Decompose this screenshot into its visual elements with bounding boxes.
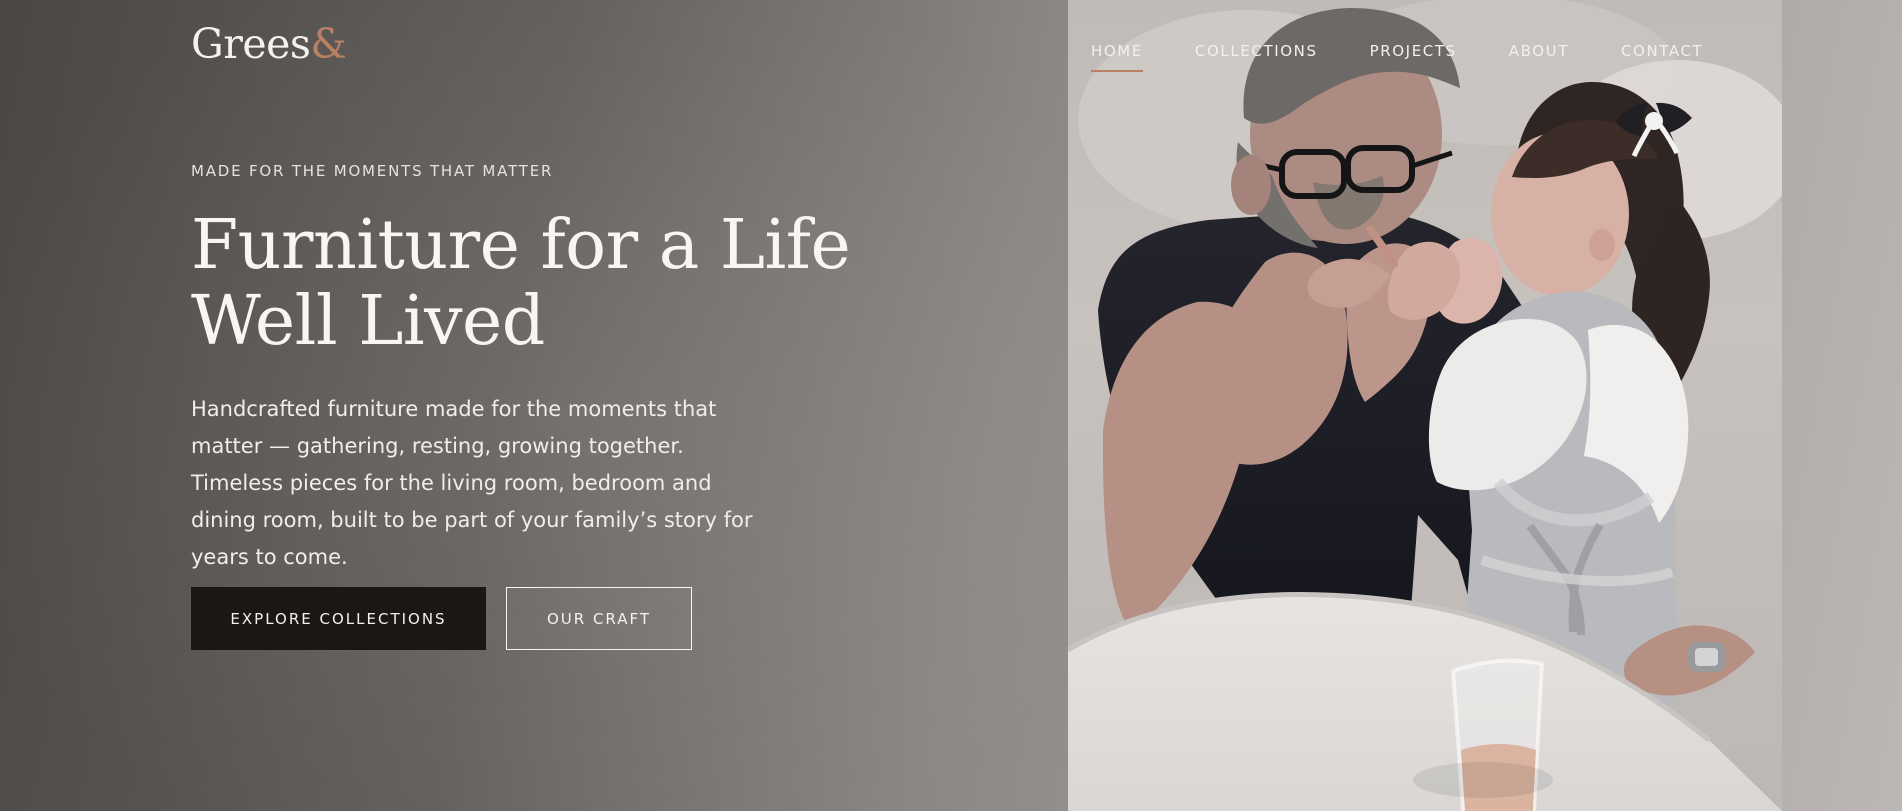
hero-eyebrow: MADE FOR THE MOMENTS THAT MATTER bbox=[191, 162, 554, 180]
nav-about[interactable]: ABOUT bbox=[1509, 42, 1569, 60]
logo-ampersand: & bbox=[310, 20, 347, 68]
site-logo[interactable]: Grees& bbox=[191, 24, 347, 65]
nav-contact[interactable]: CONTACT bbox=[1621, 42, 1703, 60]
nav-home[interactable]: HOME bbox=[1091, 42, 1143, 72]
hero-headline: Furniture for a Life Well Lived bbox=[191, 206, 851, 361]
father-daughter-illustration bbox=[1068, 0, 1782, 811]
nav-projects[interactable]: PROJECTS bbox=[1370, 42, 1457, 60]
main-navigation: HOME COLLECTIONS PROJECTS ABOUT CONTACT bbox=[1091, 42, 1703, 72]
hero-description: Handcrafted furniture made for the momen… bbox=[191, 397, 753, 569]
our-craft-button[interactable]: OUR CRAFT bbox=[506, 587, 692, 650]
hero-section: Grees& HOME COLLECTIONS PROJECTS ABOUT C… bbox=[0, 0, 1902, 811]
nav-collections[interactable]: COLLECTIONS bbox=[1195, 42, 1318, 60]
explore-collections-button[interactable]: EXPLORE COLLECTIONS bbox=[191, 587, 486, 650]
logo-wordmark: Grees bbox=[191, 20, 311, 68]
hero-photo bbox=[1068, 0, 1782, 811]
